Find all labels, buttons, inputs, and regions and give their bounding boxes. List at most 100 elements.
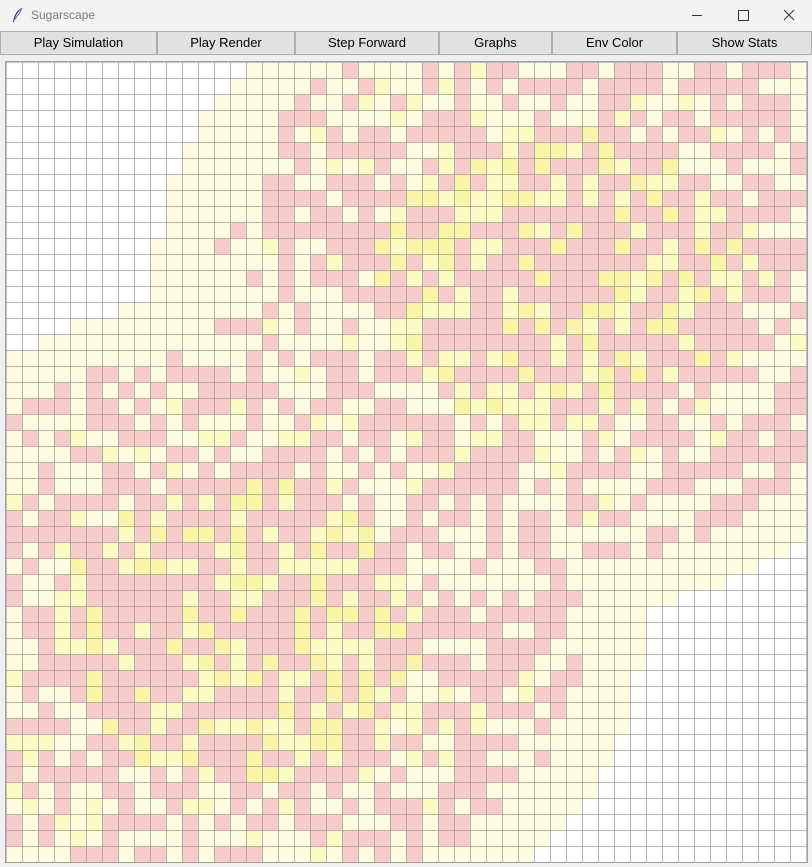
agent-cell	[422, 622, 439, 639]
agent-cell	[470, 798, 487, 815]
env-color-button[interactable]: Env Color	[552, 31, 677, 55]
grid-cell	[502, 558, 519, 575]
grid-cell	[310, 718, 327, 735]
grid-cell	[230, 174, 247, 191]
grid-cell	[406, 654, 423, 671]
grid-cell	[278, 318, 295, 335]
agent-cell	[246, 350, 263, 367]
grid-cell	[582, 478, 599, 495]
agent-cell	[742, 366, 759, 383]
grid-cell	[198, 414, 215, 431]
sugarscape-canvas[interactable]	[5, 61, 808, 863]
grid-cell	[294, 622, 311, 639]
grid-cell	[326, 526, 343, 543]
step-forward-button[interactable]: Step Forward	[295, 31, 439, 55]
grid-cell	[214, 190, 231, 207]
agent-cell	[742, 110, 759, 127]
agent-cell	[358, 222, 375, 239]
agent-cell	[406, 126, 423, 143]
agent-cell	[166, 510, 183, 527]
grid-cell	[310, 158, 327, 175]
grid-cell	[534, 382, 551, 399]
agent-cell	[102, 670, 119, 687]
agent-cell	[406, 446, 423, 463]
agent-cell	[262, 590, 279, 607]
grid-cell	[310, 366, 327, 383]
grid-cell	[214, 414, 231, 431]
agent-cell	[102, 782, 119, 799]
grid-cell	[70, 318, 87, 335]
graphs-button[interactable]: Graphs	[439, 31, 552, 55]
grid-cell	[358, 846, 375, 862]
grid-cell	[790, 206, 807, 223]
grid-cell	[70, 430, 87, 447]
agent-cell	[310, 830, 327, 847]
play-render-button[interactable]: Play Render	[157, 31, 295, 55]
close-button[interactable]	[766, 0, 812, 31]
grid-cell	[246, 110, 263, 127]
grid-cell	[678, 654, 695, 671]
agent-cell	[86, 734, 103, 751]
agent-cell	[454, 254, 471, 271]
grid-cell	[54, 158, 71, 175]
play-simulation-button[interactable]: Play Simulation	[0, 31, 157, 55]
agent-cell	[470, 686, 487, 703]
grid-cell	[166, 158, 183, 175]
grid-cell	[774, 334, 791, 351]
agent-cell	[182, 414, 199, 431]
grid-cell	[310, 382, 327, 399]
grid-cell	[566, 142, 583, 159]
minimize-button[interactable]	[674, 0, 720, 31]
agent-cell	[150, 846, 167, 862]
grid-cell	[86, 78, 103, 95]
agent-cell	[342, 62, 359, 79]
grid-cell	[182, 318, 199, 335]
grid-cell	[486, 174, 503, 191]
grid-cell	[534, 430, 551, 447]
grid-cell	[294, 558, 311, 575]
grid-cell	[342, 78, 359, 95]
grid-cell	[54, 110, 71, 127]
grid-cell	[358, 814, 375, 831]
grid-cell	[6, 126, 23, 143]
agent-cell	[102, 526, 119, 543]
agent-cell	[694, 126, 711, 143]
maximize-button[interactable]	[720, 0, 766, 31]
grid-cell	[662, 126, 679, 143]
grid-cell	[790, 686, 807, 703]
grid-cell	[374, 62, 391, 79]
agent-cell	[726, 510, 743, 527]
agent-cell	[230, 702, 247, 719]
grid-cell	[518, 782, 535, 799]
agent-cell	[662, 286, 679, 303]
grid-cell	[230, 206, 247, 223]
agent-cell	[374, 782, 391, 799]
grid-cell	[646, 654, 663, 671]
grid-cell	[70, 174, 87, 191]
grid-cell	[710, 798, 727, 815]
agent-cell	[598, 350, 615, 367]
agent-cell	[550, 158, 567, 175]
sugarscape-grid[interactable]	[6, 62, 807, 862]
agent-cell	[534, 606, 551, 623]
grid-cell	[694, 398, 711, 415]
show-stats-button[interactable]: Show Stats	[677, 31, 812, 55]
agent-cell	[470, 222, 487, 239]
grid-cell	[374, 94, 391, 111]
grid-cell	[118, 238, 135, 255]
grid-cell	[22, 830, 39, 847]
grid-cell	[374, 382, 391, 399]
agent-cell	[646, 222, 663, 239]
grid-cell	[678, 782, 695, 799]
agent-cell	[454, 334, 471, 351]
grid-cell	[38, 206, 55, 223]
agent-cell	[742, 62, 759, 79]
grid-cell	[326, 190, 343, 207]
agent-cell	[726, 78, 743, 95]
grid-cell	[6, 270, 23, 287]
grid-cell	[342, 510, 359, 527]
agent-cell	[742, 206, 759, 223]
agent-cell	[70, 622, 87, 639]
grid-cell	[646, 446, 663, 463]
grid-cell	[566, 94, 583, 111]
